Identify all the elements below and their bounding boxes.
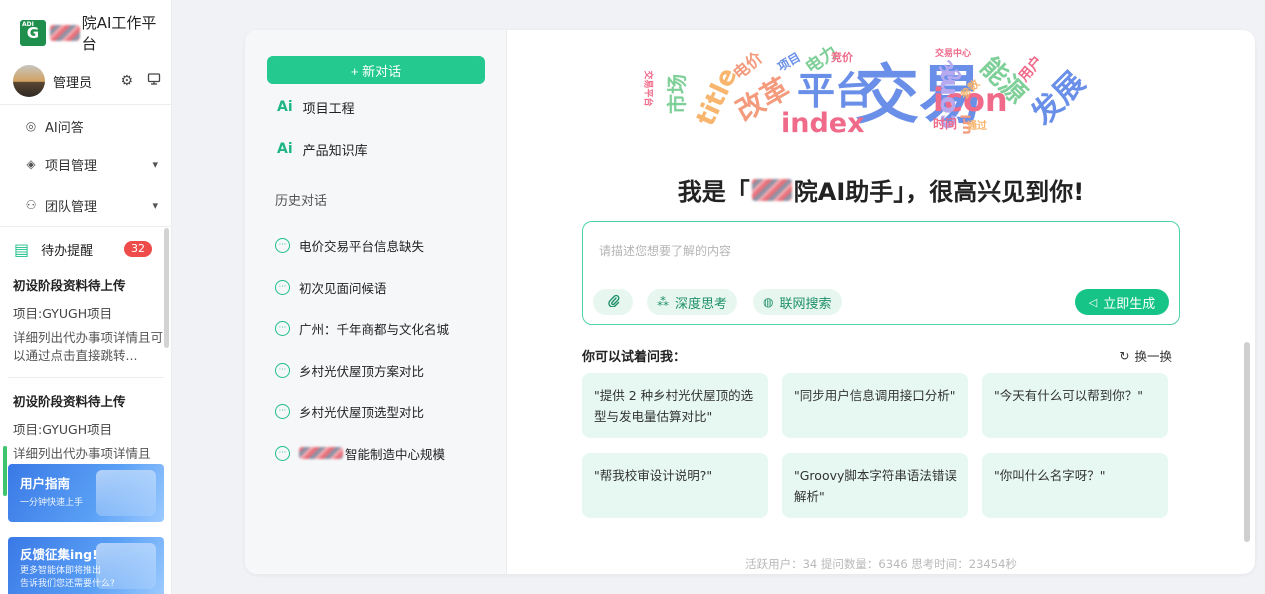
active-indicator	[3, 446, 7, 496]
chat-panel: + 新对话 Ai 项目工程 Ai 产品知识库 历史对话 ··· 电价交易平台信息…	[245, 30, 507, 574]
web-search-button[interactable]: ◍ 联网搜索	[753, 289, 842, 315]
attach-button[interactable]	[593, 289, 633, 315]
suggestion-card[interactable]: "Groovy脚本字符串语法错误解析"	[782, 453, 968, 518]
redacted-text	[751, 178, 792, 201]
divider	[8, 377, 164, 378]
suggestion-card[interactable]: "今天有什么可以帮到你？"	[982, 373, 1168, 438]
app-logo[interactable]: ADI G 院AI工作平台	[20, 12, 171, 54]
history-title: 历史对话	[275, 194, 328, 209]
history-item[interactable]: ··· 乡村光伏屋顶选型对比	[275, 401, 424, 421]
sidebar-item-todo[interactable]: ▤ 待办提醒 32	[14, 236, 152, 262]
history-item[interactable]: ··· 初次见面问候语	[275, 277, 387, 297]
todo-item[interactable]: 初设阶段资料待上传 项目:GYUGH项目 详细列出代办事项详情且可以通过点击直接…	[13, 277, 163, 365]
refresh-icon: ↻	[1119, 348, 1130, 363]
chevron-down-icon: ▾	[152, 157, 158, 171]
sidebar-scrollbar[interactable]	[164, 228, 169, 348]
chat-content: 交易 平台 index icon 改革 title 市场 com 能源 发展 电…	[507, 30, 1255, 574]
sidebar-item-ai-qa[interactable]: ◎ AI问答	[24, 114, 158, 138]
divider	[0, 104, 171, 105]
history-item[interactable]: ··· 乡村光伏屋顶方案对比	[275, 360, 424, 380]
main-card: + 新对话 Ai 项目工程 Ai 产品知识库 历史对话 ··· 电价交易平台信息…	[245, 30, 1255, 574]
kb-item-project[interactable]: Ai 项目工程	[277, 97, 355, 117]
word-cloud-word: 时间	[933, 117, 958, 131]
monitor-icon[interactable]	[147, 72, 161, 90]
user-guide-banner[interactable]: 用户指南 一分钟快速上手	[8, 464, 164, 522]
ai-icon: Ai	[277, 141, 293, 157]
chat-icon: ◎	[25, 119, 37, 133]
chat-bubble-icon: ···	[275, 320, 290, 336]
sidebar: ADI G 院AI工作平台 管理员 ⚙ ◎ AI问答 ◈ 项目管理 ▾ ⚇ 团队…	[0, 0, 172, 594]
divider	[0, 226, 171, 227]
deep-think-button[interactable]: ⁂ 深度思考	[647, 289, 738, 315]
suggestion-card[interactable]: "同步用户信息调用接口分析"	[782, 373, 968, 438]
history-item[interactable]: ··· 广州：千年商都与文化名城	[275, 318, 449, 338]
redacted-text	[299, 447, 343, 459]
prompt-input[interactable]	[599, 242, 1159, 272]
todo-item[interactable]: 初设阶段资料待上传 项目:GYUGH项目 详细列出代办事项详情且	[13, 393, 163, 459]
sidebar-item-team-mgmt[interactable]: ⚇ 团队管理 ▾	[24, 193, 158, 217]
network-icon: ⁂	[657, 295, 669, 309]
chat-bubble-icon: ···	[275, 279, 290, 295]
usage-stats: 活跃用户：34 提问数量：6346 思考时间：23454秒	[745, 557, 1017, 571]
redacted-text	[49, 25, 80, 41]
user-row: 管理员 ⚙	[13, 64, 161, 98]
todo-count-badge: 32	[124, 241, 152, 257]
globe-icon: ◍	[763, 295, 774, 309]
word-cloud-word: 交易中心	[935, 49, 972, 59]
avatar[interactable]	[13, 65, 45, 97]
word-cloud-word: 通过	[967, 121, 987, 132]
user-name: 管理员	[53, 75, 93, 91]
word-cloud-word: 电价	[729, 48, 767, 84]
word-cloud-word: 用户	[1015, 53, 1047, 85]
suggestion-card[interactable]: "提供 2 种乡村光伏屋顶的选型与发电量估算对比"	[582, 373, 768, 438]
refresh-button[interactable]: ↻ 换一换	[1119, 346, 1172, 365]
suggestion-card[interactable]: "帮我校审设计说明?"	[582, 453, 768, 518]
suggestions-title: 你可以试着问我：	[582, 350, 687, 365]
word-cloud-word: 平台	[797, 69, 874, 113]
word-cloud-word: 交易平台	[642, 70, 653, 107]
new-chat-button[interactable]: + 新对话	[267, 56, 485, 84]
paperclip-icon	[607, 294, 620, 310]
send-icon: ◁	[1088, 296, 1098, 309]
team-icon: ⚇	[25, 198, 37, 212]
guide-illustration	[96, 470, 156, 516]
suggestion-card[interactable]: "你叫什么名字呀？"	[982, 453, 1168, 518]
chat-bubble-icon: ···	[275, 237, 290, 253]
chat-bubble-icon: ···	[275, 362, 290, 378]
gear-icon[interactable]: ⚙	[120, 73, 133, 89]
kb-item-product[interactable]: Ai 产品知识库	[277, 139, 368, 159]
word-cloud-word: 市场	[665, 74, 689, 114]
chevron-down-icon: ▾	[152, 198, 158, 212]
generate-button[interactable]: ◁ 立即生成	[1075, 289, 1169, 315]
layers-icon: ◈	[26, 157, 36, 171]
logo-icon: ADI G	[20, 20, 46, 46]
ai-icon: Ai	[277, 99, 293, 115]
chat-bubble-icon: ···	[275, 403, 290, 419]
app-title: 院AI工作平台	[49, 12, 171, 54]
welcome-heading: 我是「 院AI助手」，很高兴见到你!	[677, 178, 1085, 206]
chat-bubble-icon: ···	[275, 445, 290, 461]
word-cloud: 交易 平台 index icon 改革 title 市场 com 能源 发展 电…	[637, 42, 1117, 156]
word-cloud-word: 发展	[1025, 65, 1093, 133]
sidebar-item-project-mgmt[interactable]: ◈ 项目管理 ▾	[24, 152, 158, 176]
content-scrollbar[interactable]	[1244, 342, 1250, 542]
feedback-banner[interactable]: 反馈征集ing! 更多智能体即将推出 告诉我们您还需要什么?	[8, 537, 164, 594]
history-item[interactable]: ··· 智能制造中心规模	[275, 443, 445, 463]
word-cloud-word: 竞价	[831, 51, 853, 64]
history-item[interactable]: ··· 电价交易平台信息缺失	[275, 235, 424, 255]
word-cloud-word: index	[781, 108, 865, 139]
prompt-box: ⁂ 深度思考 ◍ 联网搜索 ◁ 立即生成	[582, 221, 1180, 325]
todo-icon: ▤	[14, 239, 30, 259]
